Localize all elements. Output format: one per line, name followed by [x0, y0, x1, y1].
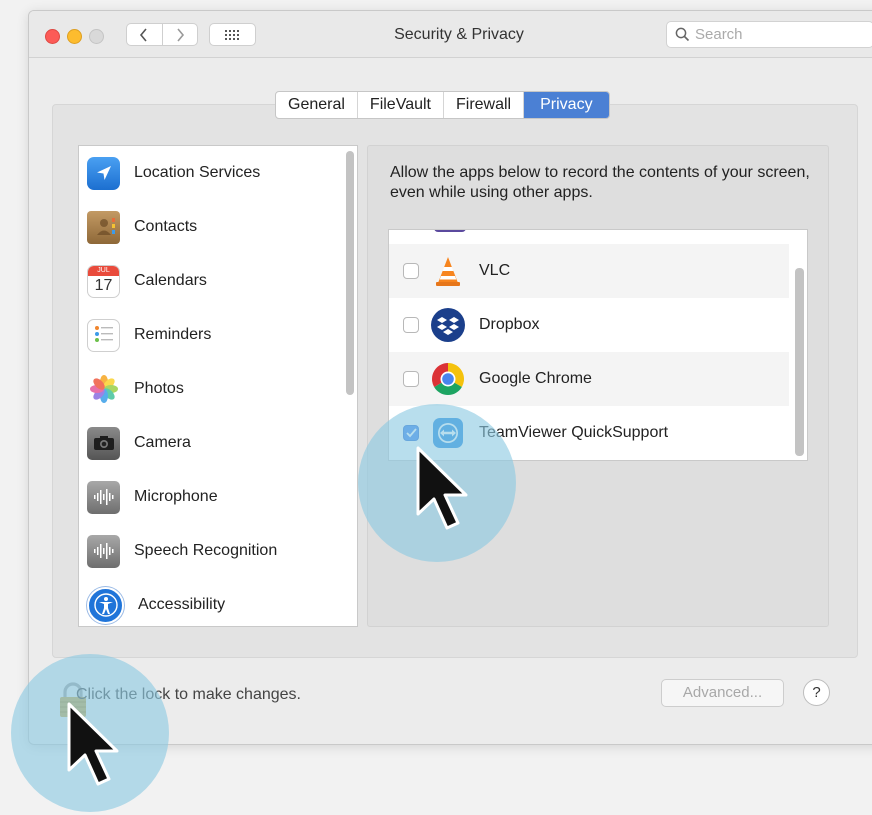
category-contacts[interactable]: Contacts — [79, 200, 329, 254]
app-name: VLC — [479, 262, 511, 279]
app-name: Dropbox — [479, 316, 540, 333]
vlc-checkbox[interactable] — [403, 263, 419, 279]
calendar-month-text: JUL — [88, 265, 119, 276]
camera-icon — [87, 426, 120, 460]
category-location-services[interactable]: Location Services — [79, 146, 329, 200]
tab-firewall[interactable]: Firewall — [444, 92, 525, 118]
dropbox-checkbox[interactable] — [403, 317, 419, 333]
vlc-cone-icon — [431, 254, 465, 288]
app-row-dropbox[interactable]: Dropbox — [389, 298, 789, 352]
microphone-waveform-icon — [87, 480, 120, 514]
category-camera[interactable]: Camera — [79, 416, 329, 470]
tab-filevault[interactable]: FileVault — [358, 92, 444, 118]
mouse-pointer-icon — [67, 702, 119, 786]
category-photos[interactable]: Photos — [79, 362, 329, 416]
search-field[interactable]: Search — [666, 21, 872, 48]
chrome-checkbox[interactable] — [403, 371, 419, 387]
app-name: TeamViewer QuickSupport — [479, 424, 669, 441]
location-arrow-icon — [87, 156, 120, 190]
mouse-pointer-icon — [416, 446, 468, 530]
accessibility-person-icon — [87, 586, 124, 624]
category-accessibility[interactable]: Accessibility — [79, 578, 329, 626]
search-placeholder: Search — [695, 26, 743, 43]
help-button[interactable]: ? — [803, 679, 830, 706]
category-scrollbar[interactable] — [346, 151, 354, 395]
app-row-vlc[interactable]: VLC — [389, 244, 789, 298]
photos-flower-icon — [87, 372, 120, 406]
chrome-icon — [431, 362, 465, 396]
speech-waveform-icon — [87, 534, 120, 568]
category-speech-recognition[interactable]: Speech Recognition — [79, 524, 329, 578]
dropbox-icon — [431, 308, 465, 342]
tab-bar: General FileVault Firewall Privacy — [275, 91, 610, 119]
category-reminders[interactable]: Reminders — [79, 308, 329, 362]
app-name: Google Chrome — [479, 370, 592, 387]
tab-general[interactable]: General — [276, 92, 358, 118]
calendar-day-text: 17 — [94, 276, 113, 294]
category-label: Contacts — [134, 218, 198, 235]
category-label: Accessibility — [138, 596, 226, 613]
contacts-book-icon — [87, 210, 120, 244]
calendar-icon: JUL 17 — [87, 264, 120, 298]
category-label: Reminders — [134, 326, 212, 343]
category-calendars[interactable]: JUL 17 Calendars — [79, 254, 329, 308]
category-label: Photos — [134, 380, 184, 397]
advanced-button[interactable]: Advanced... — [661, 679, 784, 707]
category-microphone[interactable]: Microphone — [79, 470, 329, 524]
search-icon — [675, 27, 690, 42]
preferences-window: Security & Privacy Search General FileVa… — [28, 10, 872, 745]
category-label: Calendars — [134, 272, 207, 289]
partial-app-icon — [434, 230, 466, 232]
category-label: Camera — [134, 434, 191, 451]
category-label: Location Services — [134, 164, 261, 181]
tab-privacy[interactable]: Privacy — [524, 92, 609, 118]
app-row-google-chrome[interactable]: Google Chrome — [389, 352, 789, 406]
category-label: Microphone — [134, 488, 218, 505]
screen-recording-description: Allow the apps below to record the conte… — [390, 164, 810, 201]
reminders-list-icon — [87, 318, 120, 352]
app-list-scrollbar[interactable] — [795, 268, 804, 456]
privacy-category-list[interactable]: Location Services Contacts JUL 17 Calend… — [78, 145, 358, 627]
title-bar: Security & Privacy Search — [29, 11, 872, 58]
category-label: Speech Recognition — [134, 542, 278, 559]
